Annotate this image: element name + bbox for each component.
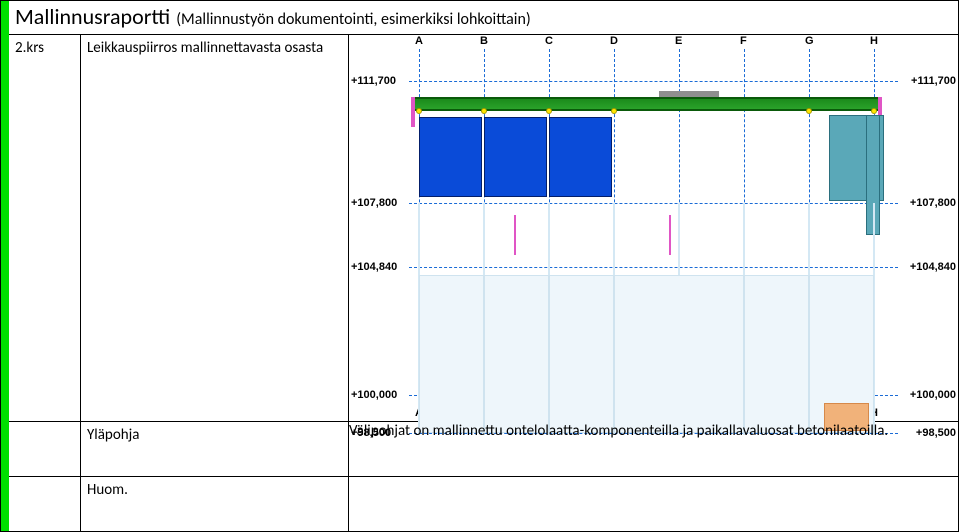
empty-cell-2 [9,477,81,531]
elev-right-1: +107,800 [910,197,956,209]
report-subtitle: (Mallinnustyön dokumentointi, esimerkiks… [176,10,531,29]
wall-3 [549,275,614,433]
marker-6 [806,108,812,114]
wall-1 [419,275,484,433]
axis-top-F: F [740,35,747,47]
title-bar: Mallinnusraportti (Mallinnustyön dokumen… [9,1,958,35]
edge-left [411,97,415,127]
elev-right-0: +111,700 [911,75,956,87]
elev-left-3: +100,000 [351,389,397,401]
left-green-bar [1,1,9,531]
elev-left-0: +111,700 [351,75,396,87]
elev-right-3: +100,000 [910,389,956,401]
axis-top-G: G [805,35,814,47]
marker-1 [481,108,487,114]
marker-2 [546,108,552,114]
note-label: Huom. [81,477,349,531]
axis-top-B: B [480,35,488,47]
elev-left-2: +104,840 [351,261,397,273]
floor-label: 2.krs [9,35,81,421]
axis-top-H: H [870,35,878,47]
magenta-mid-1 [514,215,516,255]
magenta-mid-2 [669,215,671,255]
report-title: Mallinnusraportti [15,3,170,30]
section-description: Leikkauspiirros mallinnettavasta osasta [81,35,349,421]
wall-2 [484,275,549,433]
blue-panel-3 [549,117,612,197]
topic-text: Välipohjat on mallinnettu ontelolaatta-k… [349,422,958,476]
wall-5 [744,275,809,433]
marker-7 [871,108,877,114]
elev-left-1: +107,800 [351,197,397,209]
axis-top-E: E [675,35,682,47]
marker-0 [416,108,422,114]
wall-4 [614,275,744,433]
topic-label: Yläpohja [81,422,349,476]
empty-cell-1 [9,422,81,476]
axis-top-C: C [545,35,553,47]
elev-right-2: +104,840 [910,261,956,273]
elev-line-0 [409,81,898,82]
section-drawing: AABBCCDDEEFFGGHH+111,700+111,700+107,800… [349,35,958,421]
roof-seg-mid [659,91,719,97]
axis-top-A: A [415,35,423,47]
blue-panel-1 [419,117,482,197]
blue-panel-2 [484,117,547,197]
marker-3 [611,108,617,114]
axis-top-D: D [610,35,618,47]
note-text [349,477,958,531]
